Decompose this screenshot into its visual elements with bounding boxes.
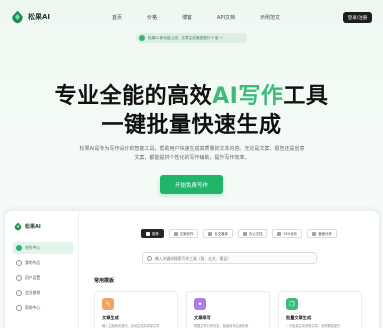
batch-icon: ❐ [286,298,298,310]
tab-label: 营销分析 [318,232,332,236]
sidebar-item-my-works[interactable]: 我的作品 [13,257,73,269]
sidebar-item-membership[interactable]: 会员套餐 [13,287,73,299]
tab-seo[interactable]: SEO优化 [272,229,303,238]
tab-label: 文案创作 [179,232,194,236]
magic-icon: ✦ [194,298,206,310]
start-free-writing-button[interactable]: 开始免费写作 [160,175,223,194]
card-title: 批量文章生成 [286,315,312,320]
brand-name: 松果AI [28,13,51,21]
nav-links: 首页 价格 博客 API文档 示例范文 [112,14,280,21]
search-icon [147,255,152,261]
document-icon [16,260,22,266]
nav-link-api-docs[interactable]: API文档 [217,14,235,21]
app-sidebar: 松果AI 创作中心 我的作品 用户设置 会员套餐 帮助中心 [5,211,79,328]
template-card-article-continue[interactable]: ✦ 文章续写 根据文章已有内容，智能续写后续段落 [186,291,270,328]
sidebar-item-label: 帮助中心 [25,305,41,310]
app-preview-window: 松果AI 创作中心 我的作品 用户设置 会员套餐 帮助中心 推荐 文案创作 社交… [4,210,380,328]
card-description: 一次批量生成多篇文章，效率翻倍提升 [286,324,341,328]
tab-recommended[interactable]: 推荐 [141,229,164,238]
login-register-button[interactable]: 登录/注册 [343,12,372,23]
sidebar-item-help[interactable]: 帮助中心 [13,302,73,314]
tab-label: SEO优化 [283,232,298,236]
hero-title-post: 工具 [283,84,329,109]
section-title: 常用模板 [94,278,115,284]
nav-link-blog[interactable]: 博客 [182,14,192,21]
announcement-text: 松果AI 新功能上线，文章生成速度提升 3 倍 → [148,35,223,40]
megaphone-icon [312,231,317,236]
sidebar-item-label: 用户设置 [25,275,41,280]
create-icon [16,245,22,251]
file-icon [242,231,247,236]
tab-label: 推荐 [152,232,159,236]
template-card-batch-generate[interactable]: ❐ 批量文章生成 一次批量生成多篇文章，效率翻倍提升 [278,291,362,328]
sidebar-item-label: 我的作品 [25,260,41,265]
pen-icon [173,231,178,236]
brand-logo[interactable]: 松果AI [11,10,50,24]
pinecone-logo-icon [14,222,22,231]
user-icon [16,275,22,281]
tab-label: 社交媒体 [214,232,228,236]
card-title: 文章续写 [194,315,211,320]
hero-description: 松果AI是专为写作设计的智能工具，帮助用户快速生成高质量的文本内容。无论是文案、… [79,146,305,161]
tab-social-media[interactable]: 社交媒体 [203,229,233,238]
tab-label: 办公文档 [248,232,263,236]
category-tabs: 推荐 文案创作 社交媒体 办公文档 SEO优化 营销分析 [141,229,337,238]
hero-title-accent: AI写作 [212,84,284,109]
nav-link-home[interactable]: 首页 [112,14,122,21]
help-icon [16,305,22,311]
sidebar-item-user-settings[interactable]: 用户设置 [13,272,73,284]
pinecone-logo-icon [12,10,23,24]
template-card-article-generate[interactable]: ✎ 文章生成 输入主题和关键词，自动生成高质量文章 [94,291,178,328]
sidebar-item-create[interactable]: 创作中心 [13,242,73,254]
card-description: 输入主题和关键词，自动生成高质量文章 [102,324,160,328]
sidebar-item-label: 会员套餐 [25,290,41,295]
tab-marketing[interactable]: 营销分析 [307,229,337,238]
app-brand-name: 松果AI [25,224,41,230]
top-nav: 松果AI 首页 价格 博客 API文档 示例范文 登录/注册 [0,0,383,36]
star-icon [146,231,150,236]
hero-title-pre: 专业全能的高效 [54,84,213,109]
template-search-input[interactable] [155,255,305,261]
template-search-box[interactable] [142,252,317,264]
chart-icon [277,231,282,236]
new-badge-icon [139,35,145,41]
share-icon [208,231,213,236]
tab-office-docs[interactable]: 办公文档 [237,229,268,238]
pen-icon: ✎ [102,298,114,310]
app-brand[interactable]: 松果AI [14,222,41,231]
crown-icon [16,290,22,296]
hero-title-line2: 一键批量快速生成 [101,113,282,138]
nav-link-samples[interactable]: 示例范文 [260,14,280,21]
hero-title-line1: 专业全能的高效AI写作工具 [0,78,383,110]
card-title: 文章生成 [102,315,119,320]
nav-link-pricing[interactable]: 价格 [147,14,157,21]
card-description: 根据文章已有内容，智能续写后续段落 [194,324,249,328]
tab-copywriting[interactable]: 文案创作 [168,229,199,238]
announcement-pill[interactable]: 松果AI 新功能上线，文章生成速度提升 3 倍 → [136,33,247,43]
sidebar-item-label: 创作中心 [25,245,41,250]
